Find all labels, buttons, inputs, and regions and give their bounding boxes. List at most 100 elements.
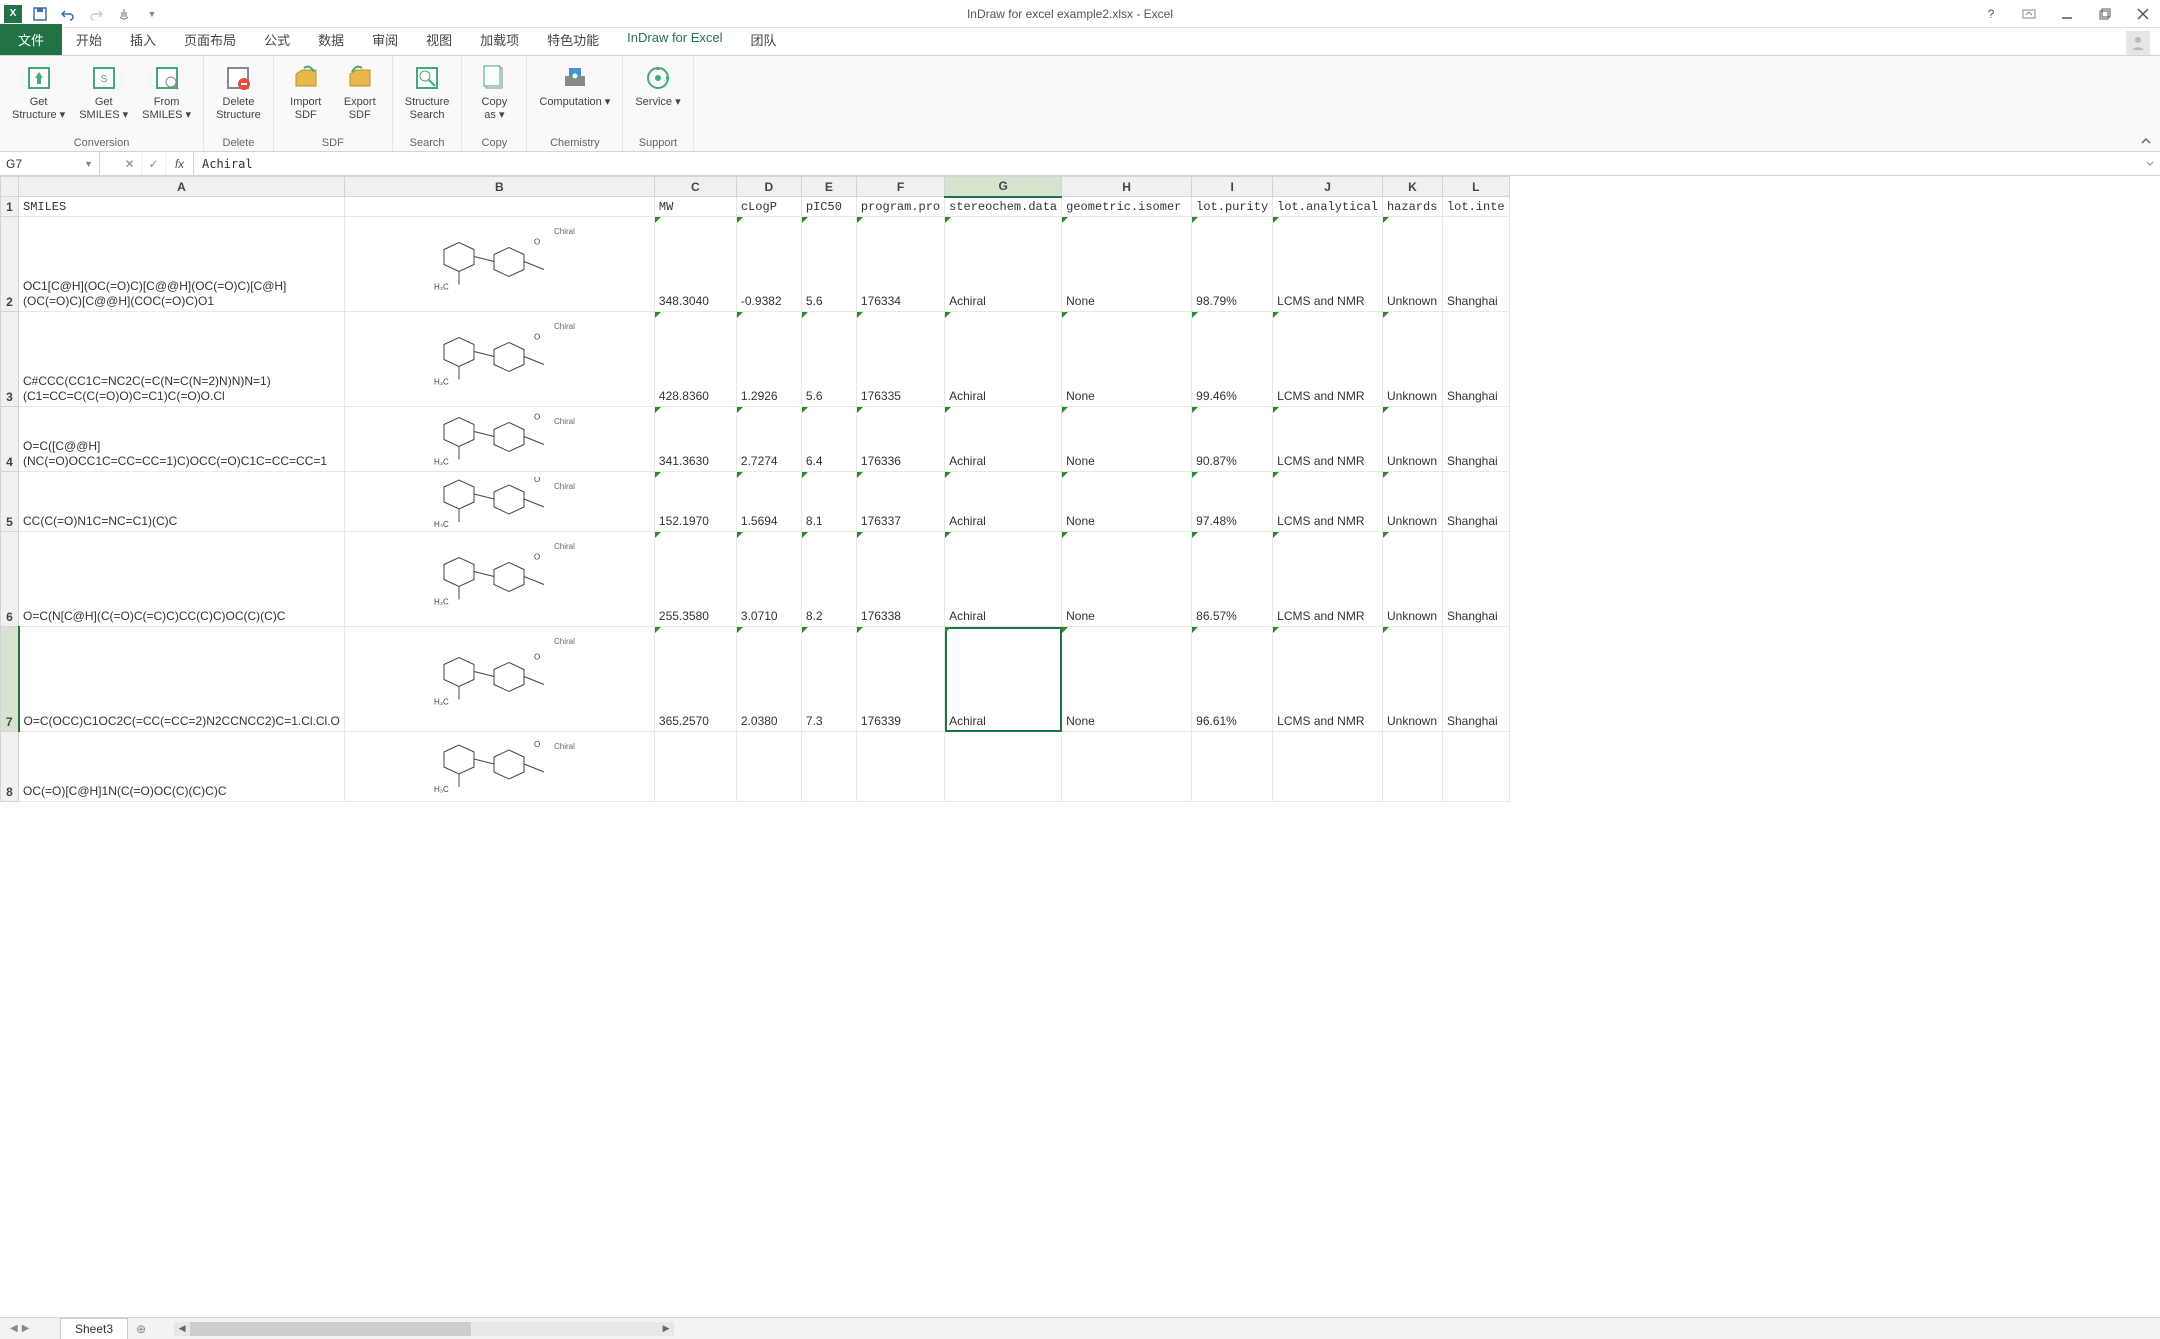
ribbon-tab[interactable]: 审阅 <box>358 24 412 55</box>
ribbon-tab[interactable]: 公式 <box>250 24 304 55</box>
cell[interactable]: 5.6 <box>801 312 856 407</box>
name-box[interactable]: G7 ▼ <box>0 152 100 175</box>
cell[interactable]: MW <box>654 197 736 217</box>
maximize-icon[interactable] <box>2092 4 2118 24</box>
cell[interactable]: 3.0710 <box>736 532 801 627</box>
ribbon-button[interactable]: Import SDF <box>282 60 330 135</box>
row-header[interactable]: 4 <box>1 407 19 472</box>
cell[interactable]: 8.2 <box>801 532 856 627</box>
cell[interactable]: ChiralH₃CO <box>344 312 654 407</box>
cell[interactable]: 341.3630 <box>654 407 736 472</box>
cell[interactable]: ChiralH₃CO <box>344 532 654 627</box>
cell[interactable]: 176334 <box>856 217 944 312</box>
cell[interactable]: 97.48% <box>1192 472 1273 532</box>
select-all-corner[interactable] <box>1 177 19 197</box>
ribbon-button[interactable]: SGet SMILES ▾ <box>75 60 132 135</box>
cell[interactable] <box>654 732 736 802</box>
ribbon-button[interactable]: From SMILES ▾ <box>138 60 195 135</box>
cell[interactable]: Unknown <box>1382 217 1442 312</box>
cell[interactable]: Shanghai <box>1442 532 1509 627</box>
file-tab[interactable]: 文件 <box>0 24 62 55</box>
cell[interactable] <box>1442 732 1509 802</box>
column-header[interactable]: E <box>801 177 856 197</box>
cell[interactable]: lot.inte <box>1442 197 1509 217</box>
cell[interactable]: Achiral <box>945 627 1062 732</box>
cell[interactable]: Unknown <box>1382 627 1442 732</box>
cell[interactable]: 98.79% <box>1192 217 1273 312</box>
cell[interactable]: LCMS and NMR <box>1273 472 1383 532</box>
cell[interactable]: Shanghai <box>1442 472 1509 532</box>
cell[interactable]: Achiral <box>945 312 1062 407</box>
column-header[interactable]: F <box>856 177 944 197</box>
cell[interactable]: program.pro <box>856 197 944 217</box>
cell[interactable]: None <box>1062 312 1192 407</box>
cell[interactable]: Shanghai <box>1442 627 1509 732</box>
cell[interactable]: None <box>1062 217 1192 312</box>
ribbon-tab[interactable]: 加载项 <box>466 24 533 55</box>
cell[interactable]: 365.2570 <box>654 627 736 732</box>
cell[interactable]: 176336 <box>856 407 944 472</box>
cell[interactable]: CC(C(=O)N1C=NC=C1)(C)C <box>19 472 345 532</box>
hscroll-right-icon[interactable]: ▶ <box>658 1322 674 1336</box>
cell[interactable]: Shanghai <box>1442 217 1509 312</box>
column-header[interactable]: H <box>1062 177 1192 197</box>
cell[interactable]: ChiralH₃CO <box>344 407 654 472</box>
cell[interactable]: 176338 <box>856 532 944 627</box>
cell[interactable]: hazards <box>1382 197 1442 217</box>
column-header[interactable]: D <box>736 177 801 197</box>
cell[interactable]: Unknown <box>1382 312 1442 407</box>
ribbon-button[interactable]: Export SDF <box>336 60 384 135</box>
ribbon-button[interactable]: Service ▾ <box>631 60 684 135</box>
cell[interactable] <box>736 732 801 802</box>
column-header[interactable]: B <box>344 177 654 197</box>
row-header[interactable]: 3 <box>1 312 19 407</box>
cell[interactable]: pIC50 <box>801 197 856 217</box>
row-header[interactable]: 2 <box>1 217 19 312</box>
cell[interactable] <box>1192 732 1273 802</box>
cell[interactable]: 348.3040 <box>654 217 736 312</box>
ribbon-button[interactable]: Computation ▾ <box>535 60 614 135</box>
sheet-nav-next-icon[interactable]: ▶ <box>22 1323 30 1334</box>
hscroll-left-icon[interactable]: ◀ <box>174 1322 190 1336</box>
cell[interactable]: OC1[C@H](OC(=O)C)[C@@H](OC(=O)C)[C@H](OC… <box>19 217 345 312</box>
cell[interactable]: cLogP <box>736 197 801 217</box>
cell[interactable]: 8.1 <box>801 472 856 532</box>
cell[interactable]: OC(=O)[C@H]1N(C(=O)OC(C)(C)C)C <box>19 732 345 802</box>
cell[interactable] <box>1062 732 1192 802</box>
cell[interactable]: Achiral <box>945 532 1062 627</box>
cell[interactable]: O=C(N[C@H](C(=O)C(=C)C)CC(C)C)OC(C)(C)C <box>19 532 345 627</box>
ribbon-tab[interactable]: 开始 <box>62 24 116 55</box>
column-header[interactable]: L <box>1442 177 1509 197</box>
cell[interactable]: 99.46% <box>1192 312 1273 407</box>
cell[interactable]: ChiralH₃CO <box>344 627 654 732</box>
formula-input[interactable]: Achiral <box>194 152 2140 175</box>
cell[interactable]: 176339 <box>856 627 944 732</box>
ribbon-button[interactable]: Delete Structure <box>212 60 265 135</box>
column-header[interactable]: C <box>654 177 736 197</box>
cell[interactable] <box>945 732 1062 802</box>
cell[interactable]: geometric.isomer <box>1062 197 1192 217</box>
cell[interactable] <box>344 197 654 217</box>
sheet-nav-prev-icon[interactable]: ◀ <box>10 1323 18 1334</box>
ribbon-tab[interactable]: 插入 <box>116 24 170 55</box>
cell[interactable]: -0.9382 <box>736 217 801 312</box>
cell[interactable]: LCMS and NMR <box>1273 312 1383 407</box>
cell[interactable]: Shanghai <box>1442 312 1509 407</box>
cell[interactable]: O=C([C@@H](NC(=O)OCC1C=CC=CC=1)C)OCC(=O)… <box>19 407 345 472</box>
formula-expand-icon[interactable] <box>2140 152 2160 175</box>
cell[interactable]: None <box>1062 532 1192 627</box>
hscroll-thumb[interactable] <box>190 1322 471 1336</box>
row-header[interactable]: 6 <box>1 532 19 627</box>
column-header[interactable]: A <box>19 177 345 197</box>
cell[interactable]: O=C(OCC)C1OC2C(=CC(=CC=2)N2CCNCC2)C=1.Cl… <box>19 627 345 732</box>
cell[interactable]: ChiralH₃CO <box>344 732 654 802</box>
cell[interactable]: stereochem.data <box>945 197 1062 217</box>
cell[interactable]: 1.2926 <box>736 312 801 407</box>
cell[interactable]: Achiral <box>945 407 1062 472</box>
ribbon-button[interactable]: Get Structure ▾ <box>8 60 69 135</box>
cell[interactable]: Achiral <box>945 217 1062 312</box>
cell[interactable]: 2.0380 <box>736 627 801 732</box>
ribbon-button[interactable]: Structure Search <box>401 60 454 135</box>
ribbon-display-icon[interactable] <box>2016 4 2042 24</box>
formula-cancel-icon[interactable]: ✕ <box>118 152 142 175</box>
